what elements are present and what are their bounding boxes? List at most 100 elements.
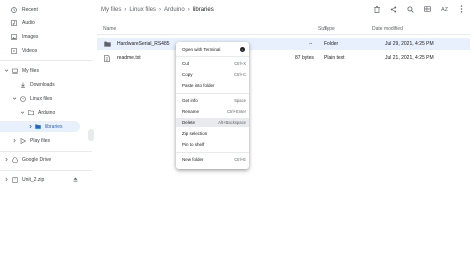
sidebar-item-google-drive[interactable]: Google Drive <box>0 154 92 165</box>
sidebar-item-videos[interactable]: Videos <box>0 45 92 56</box>
menu-item-shortcut: Ctrl+E <box>234 157 246 162</box>
menu-divider <box>176 56 249 57</box>
drive-icon <box>11 156 18 163</box>
breadcrumb: My files › Linux files › Arduino › libra… <box>101 5 214 15</box>
sidebar: Recent Audio Images Videos My files Down… <box>0 0 95 266</box>
folder-icon <box>27 109 34 116</box>
sidebar-item-arduino[interactable]: Arduino <box>0 107 92 118</box>
chevron-right-icon[interactable] <box>3 157 9 163</box>
sidebar-item-libraries[interactable]: libraries <box>0 121 80 132</box>
breadcrumb-item-current: libraries <box>192 7 214 13</box>
menu-item-cut[interactable]: Cut Ctrl+X <box>176 59 249 68</box>
sidebar-item-label: Arduino <box>38 109 56 116</box>
menu-item-open-with-terminal[interactable]: Open with Terminal > <box>176 45 249 54</box>
sidebar-item-my-files[interactable]: My files <box>0 65 92 76</box>
sidebar-item-play-files[interactable]: Play files <box>0 135 92 146</box>
linux-icon <box>19 95 26 102</box>
menu-item-label: Zip selection <box>182 131 208 136</box>
breadcrumb-item-arduino[interactable]: Arduino <box>164 7 185 13</box>
menu-item-shortcut: Alt+Backspace <box>218 120 246 125</box>
sidebar-divider <box>0 60 92 61</box>
sidebar-item-usb[interactable]: Unit_2.zip <box>0 174 92 185</box>
menu-item-label: Delete <box>182 120 196 125</box>
breadcrumb-item-my-files[interactable]: My files <box>101 7 121 13</box>
clock-icon <box>10 6 17 13</box>
sidebar-item-label: Downloads <box>30 81 55 88</box>
sidebar-item-linux-files[interactable]: Linux files <box>0 93 92 104</box>
text-file-icon <box>104 54 111 63</box>
file-size: -- <box>309 41 313 47</box>
menu-item-shortcut: Space <box>234 98 246 103</box>
menu-item-copy[interactable]: Copy Ctrl+C <box>176 70 249 79</box>
sidebar-item-images[interactable]: Images <box>0 31 92 42</box>
file-name: readme.txt <box>117 55 141 61</box>
share-button[interactable] <box>385 4 402 16</box>
eject-icon[interactable] <box>72 176 79 183</box>
breadcrumb-separator-icon: › <box>159 7 162 13</box>
archive-icon <box>11 176 18 183</box>
image-icon <box>10 33 17 40</box>
menu-item-delete[interactable]: Delete Alt+Backspace <box>176 118 249 127</box>
share-icon <box>390 6 397 15</box>
breadcrumb-separator-icon: › <box>124 7 127 13</box>
toolbar: AZ <box>368 4 470 16</box>
delete-icon <box>373 5 380 15</box>
sidebar-divider <box>0 170 92 171</box>
search-icon <box>407 5 414 15</box>
file-list-header: Name Size Type Date modified <box>97 24 470 35</box>
sort-icon: AZ <box>440 7 449 13</box>
file-size: 87 bytes <box>295 55 314 61</box>
menu-item-shortcut: Ctrl+Enter <box>227 109 246 114</box>
column-header-date[interactable]: Date modified <box>372 26 403 32</box>
terminal-icon: > <box>240 47 245 52</box>
table-row[interactable]: readme.txt 87 bytes Plain text Jul 21, 2… <box>97 52 470 64</box>
grid-view-icon <box>424 6 431 14</box>
breadcrumb-item-linux-files[interactable]: Linux files <box>129 7 156 13</box>
column-header-type[interactable]: Type <box>324 26 335 32</box>
sidebar-item-audio[interactable]: Audio <box>0 17 92 28</box>
play-store-icon <box>19 137 26 144</box>
file-type: Folder <box>324 41 339 47</box>
sidebar-item-label: Google Drive <box>22 156 52 163</box>
menu-divider <box>176 93 249 94</box>
menu-item-zip-selection[interactable]: Zip selection <box>176 129 249 138</box>
delete-button[interactable] <box>368 4 385 16</box>
menu-item-label: Cut <box>182 61 190 66</box>
chevron-down-icon[interactable] <box>11 96 17 102</box>
sidebar-item-label: Audio <box>22 19 35 26</box>
context-menu: Open with Terminal > Cut Ctrl+X Copy Ctr… <box>176 42 249 169</box>
menu-item-label: New folder <box>182 157 204 162</box>
folder-icon <box>34 123 41 130</box>
menu-item-label: Get info <box>182 98 198 103</box>
menu-divider <box>176 152 249 153</box>
sidebar-item-downloads[interactable]: Downloads <box>0 79 92 90</box>
menu-item-paste-into-folder[interactable]: Paste into folder <box>176 81 249 90</box>
sidebar-item-recent[interactable]: Recent <box>0 4 92 15</box>
sidebar-item-label: Recent <box>22 6 38 13</box>
chevron-down-icon[interactable] <box>3 68 9 74</box>
file-date: Jul 21, 2021, 4:25 PM <box>385 55 434 61</box>
breadcrumb-separator-icon: › <box>187 7 190 13</box>
menu-item-label: Rename <box>182 109 200 114</box>
search-button[interactable] <box>402 4 419 16</box>
menu-item-label: Pin to shelf <box>182 142 205 147</box>
download-icon <box>19 81 26 88</box>
sort-button[interactable]: AZ <box>436 4 453 16</box>
file-date: Jul 29, 2021, 4:25 PM <box>385 41 434 47</box>
menu-item-new-folder[interactable]: New folder Ctrl+E <box>176 155 249 164</box>
chevron-right-icon[interactable] <box>27 124 33 130</box>
sidebar-item-label: Unit_2.zip <box>22 176 45 183</box>
chevron-right-icon[interactable] <box>3 177 9 183</box>
chevron-down-icon[interactable] <box>19 110 25 116</box>
column-header-name[interactable]: Name <box>103 26 116 32</box>
table-row[interactable]: HardwareSerial_RS485 -- Folder Jul 29, 2… <box>97 38 470 50</box>
computer-icon <box>11 67 18 74</box>
menu-item-get-info[interactable]: Get info Space <box>176 96 249 105</box>
view-toggle-button[interactable] <box>419 4 436 16</box>
menu-item-label: Copy <box>182 72 193 77</box>
chevron-right-icon[interactable] <box>11 138 17 144</box>
more-button[interactable] <box>453 4 470 16</box>
menu-item-pin-to-shelf[interactable]: Pin to shelf <box>176 140 249 149</box>
menu-item-rename[interactable]: Rename Ctrl+Enter <box>176 107 249 116</box>
audio-icon <box>10 19 17 26</box>
